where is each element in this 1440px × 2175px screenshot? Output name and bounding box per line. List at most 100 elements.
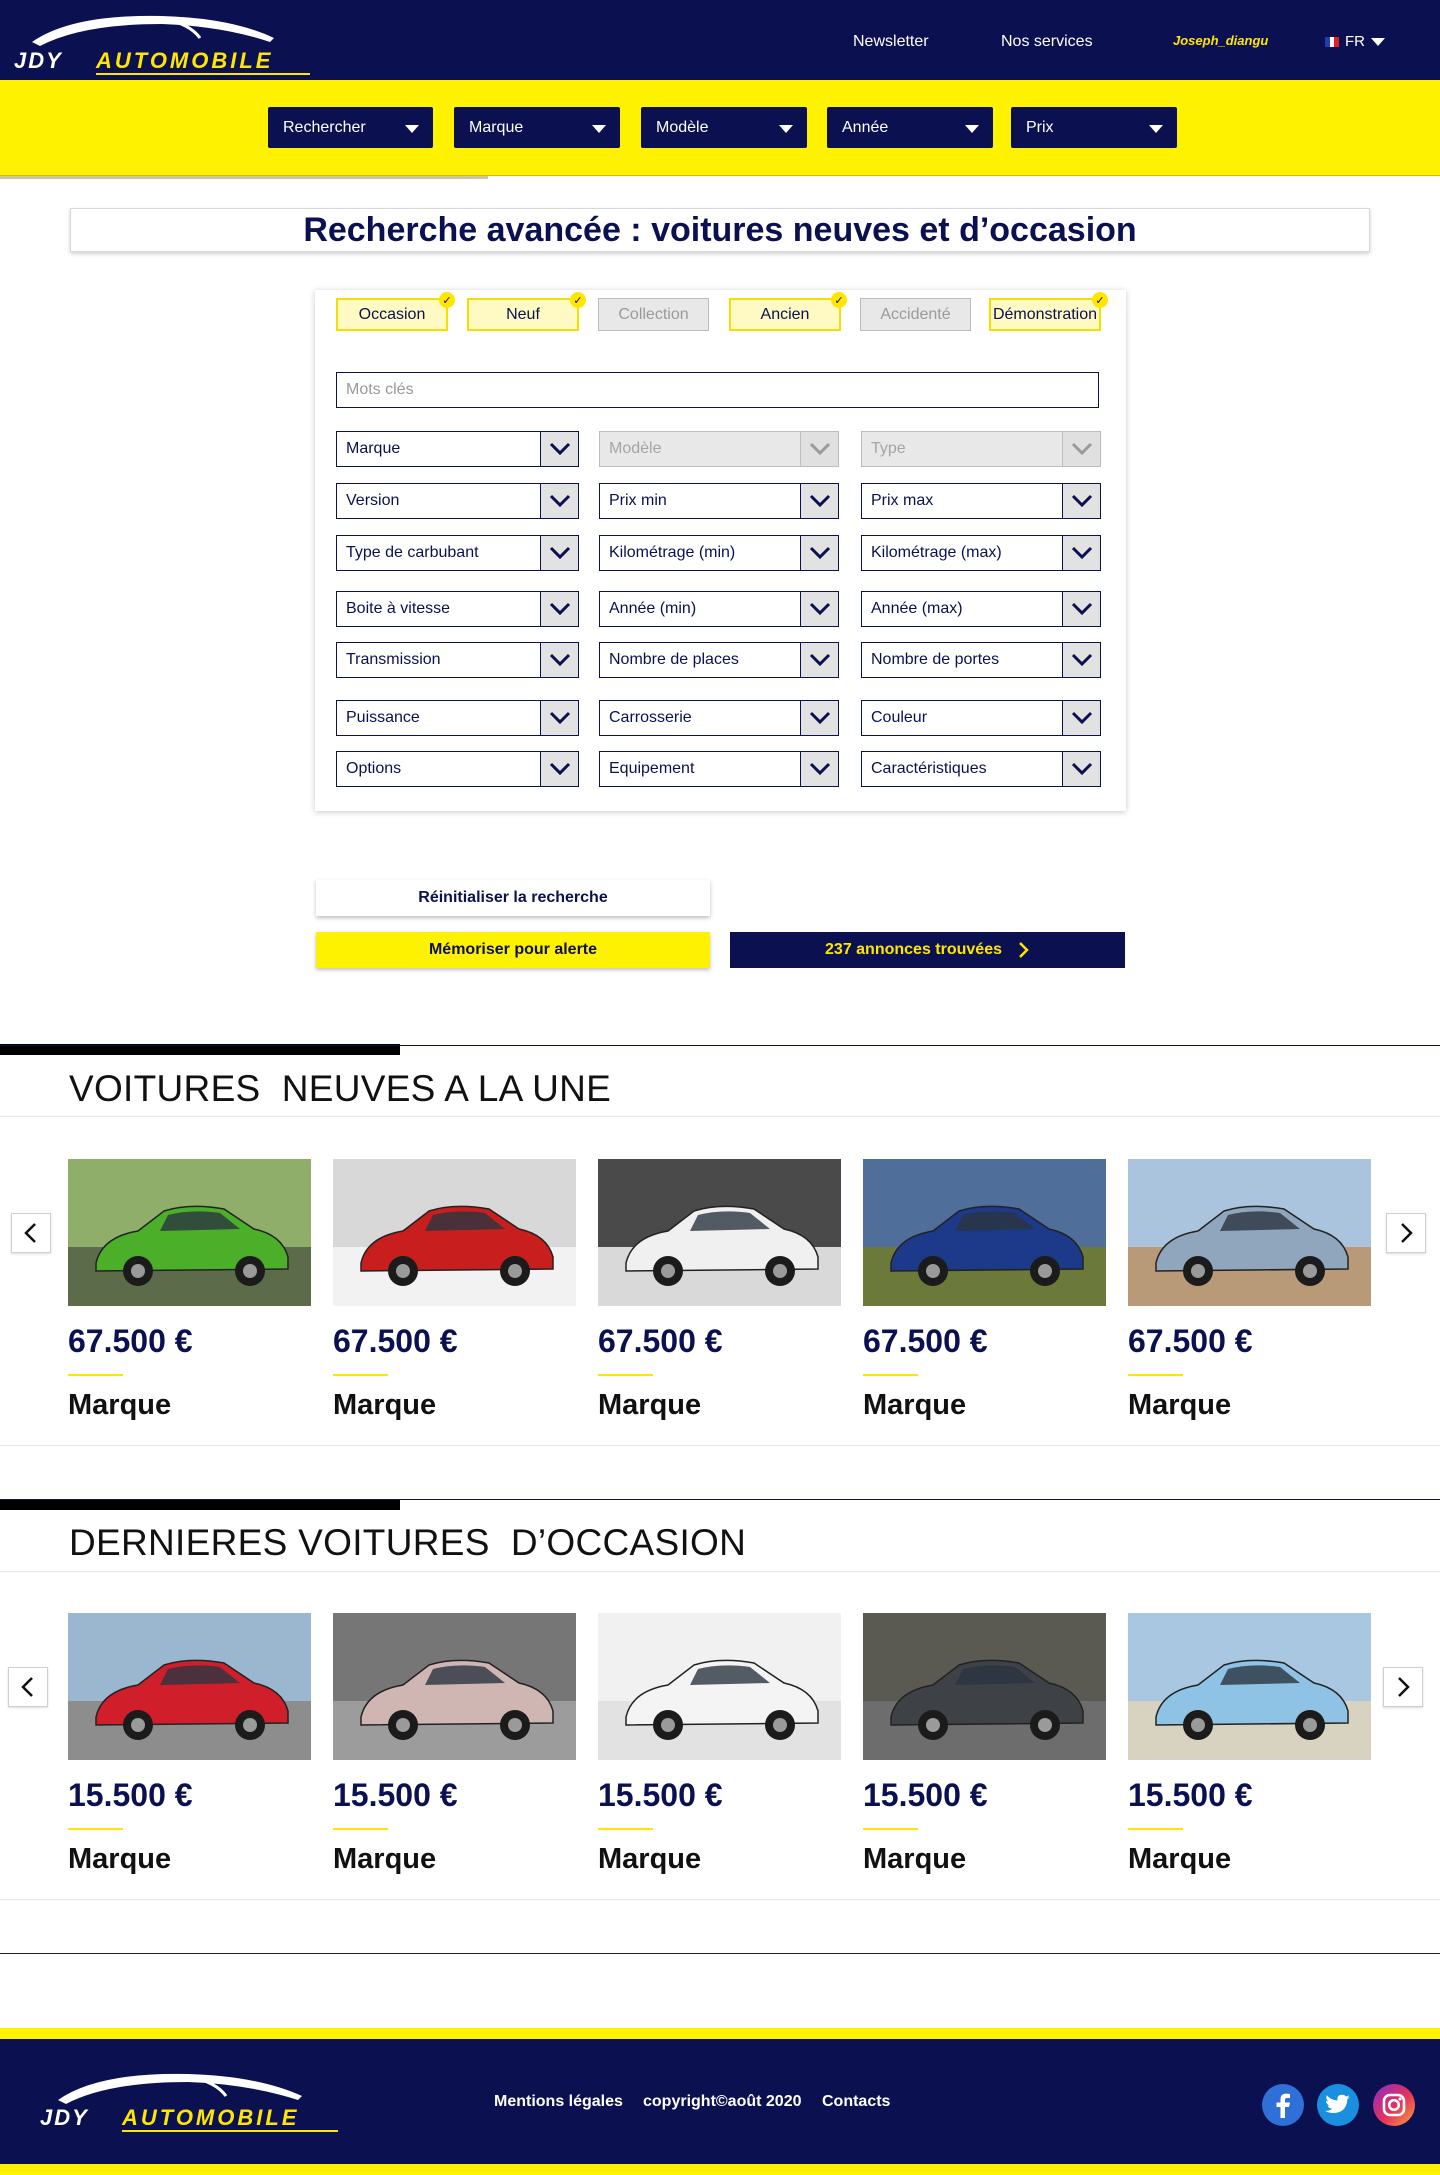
filter-dropdown[interactable]: Type xyxy=(861,431,1101,467)
page-title-box: Recherche avancée : voitures neuves et d… xyxy=(70,208,1370,252)
filter-dropdown[interactable]: Nombre de portes xyxy=(861,642,1101,678)
carousel-next-button[interactable] xyxy=(1383,1667,1423,1707)
checkmark-icon: ✓ xyxy=(570,292,586,308)
nav-newsletter[interactable]: Newsletter xyxy=(853,33,929,51)
filter-dropdown[interactable]: Version xyxy=(336,483,579,519)
filter-dropdown-label: Année (max) xyxy=(871,600,963,617)
car-photo[interactable] xyxy=(598,1613,841,1760)
save-alert-button[interactable]: Mémoriser pour alerte xyxy=(316,932,710,968)
car-photo[interactable] xyxy=(598,1159,841,1306)
quick-search-rechercher[interactable]: Rechercher xyxy=(268,107,433,148)
car-brand: Marque xyxy=(333,1389,437,1421)
chevron-down-icon xyxy=(779,125,793,133)
twitter-icon[interactable] xyxy=(1317,2084,1359,2126)
car-photo[interactable] xyxy=(68,1159,311,1306)
carousel-prev-button[interactable] xyxy=(8,1667,48,1707)
car-photo[interactable] xyxy=(863,1159,1106,1306)
quick-search-prix[interactable]: Prix xyxy=(1011,107,1177,148)
facebook-icon[interactable] xyxy=(1262,2084,1304,2126)
svg-text:JDY: JDY xyxy=(14,48,63,73)
user-account-link[interactable]: Joseph_diangu xyxy=(1173,33,1268,48)
footer-link-contacts[interactable]: Contacts xyxy=(822,2093,890,2111)
filter-dropdown[interactable]: Kilométrage (max) xyxy=(861,535,1101,571)
filter-chip-collection[interactable]: Collection xyxy=(598,298,709,331)
filter-dropdown[interactable]: Equipement xyxy=(599,751,839,787)
footer-accent-bottom xyxy=(0,2164,1440,2175)
carousel-next-button[interactable] xyxy=(1386,1213,1426,1253)
language-selector[interactable]: FR xyxy=(1325,33,1385,50)
filter-dropdown[interactable]: Transmission xyxy=(336,642,579,678)
car-card[interactable]: 67.500 € Marque xyxy=(333,1159,576,1422)
quick-search-annee[interactable]: Année xyxy=(827,107,993,148)
quick-search-marque[interactable]: Marque xyxy=(454,107,620,148)
filter-dropdown[interactable]: Carrosserie xyxy=(599,700,839,736)
filter-dropdown[interactable]: Marque xyxy=(336,431,579,467)
car-card[interactable]: 67.500 € Marque xyxy=(68,1159,311,1422)
car-card[interactable]: 15.500 € Marque xyxy=(863,1613,1106,1876)
filter-dropdown-label: Marque xyxy=(346,440,401,457)
chevron-down-icon xyxy=(1062,592,1100,626)
brand-logo[interactable]: JDY AUTOMOBILE xyxy=(12,8,312,76)
chevron-down-icon xyxy=(1371,37,1385,46)
quick-search-modele[interactable]: Modèle xyxy=(641,107,807,148)
quick-search-label: Rechercher xyxy=(283,118,366,136)
car-photo[interactable] xyxy=(863,1613,1106,1760)
filter-dropdown[interactable]: Nombre de places xyxy=(599,642,839,678)
france-flag-icon xyxy=(1325,36,1340,47)
keywords-input[interactable]: Mots clés xyxy=(336,372,1099,408)
quick-search-bar-shadow xyxy=(0,176,488,179)
footer-accent-top xyxy=(0,2028,1440,2039)
filter-dropdown[interactable]: Prix min xyxy=(599,483,839,519)
filter-dropdown[interactable]: Année (max) xyxy=(861,591,1101,627)
instagram-icon[interactable] xyxy=(1373,2084,1415,2126)
car-card[interactable]: 15.500 € Marque xyxy=(1128,1613,1371,1876)
filter-dropdown[interactable]: Année (min) xyxy=(599,591,839,627)
filter-chip-neuf[interactable]: Neuf xyxy=(467,298,579,331)
footer-brand-logo[interactable]: JDY AUTOMOBILE xyxy=(36,2068,342,2134)
filter-chip-occasion[interactable]: Occasion xyxy=(336,298,448,331)
car-card[interactable]: 67.500 € Marque xyxy=(863,1159,1106,1422)
car-brand: Marque xyxy=(598,1843,702,1875)
section-divider xyxy=(0,1045,1440,1046)
car-photo[interactable] xyxy=(68,1613,311,1760)
filter-dropdown[interactable]: Boite à vitesse xyxy=(336,591,579,627)
price-underline xyxy=(863,1374,918,1376)
chevron-down-icon xyxy=(1062,536,1100,570)
car-card[interactable]: 15.500 € Marque xyxy=(598,1613,841,1876)
filter-dropdown[interactable]: Puissance xyxy=(336,700,579,736)
filter-dropdown[interactable]: Modèle xyxy=(599,431,839,467)
reset-search-button[interactable]: Réinitialiser la recherche xyxy=(316,880,710,916)
car-photo[interactable] xyxy=(1128,1613,1371,1760)
car-card[interactable]: 67.500 € Marque xyxy=(1128,1159,1371,1422)
filter-dropdown[interactable]: Caractéristiques xyxy=(861,751,1101,787)
chevron-down-icon xyxy=(800,536,838,570)
filter-dropdown[interactable]: Options xyxy=(336,751,579,787)
car-photo[interactable] xyxy=(1128,1159,1371,1306)
car-card[interactable]: 15.500 € Marque xyxy=(68,1613,311,1876)
carousel-prev-button[interactable] xyxy=(11,1213,51,1253)
section-subdivider xyxy=(0,1445,1440,1446)
filter-chip-accidente[interactable]: Accidenté xyxy=(860,298,971,331)
footer-link-mentions[interactable]: Mentions légales xyxy=(494,2093,623,2111)
filter-dropdown[interactable]: Couleur xyxy=(861,700,1101,736)
price-underline xyxy=(333,1374,388,1376)
car-card[interactable]: 67.500 € Marque xyxy=(598,1159,841,1422)
filter-dropdown[interactable]: Type de carbubant xyxy=(336,535,579,571)
chevron-down-icon xyxy=(800,484,838,518)
nav-services[interactable]: Nos services xyxy=(1001,33,1093,51)
top-navigation-bar: JDY AUTOMOBILE Newsletter Nos services J… xyxy=(0,0,1440,80)
filter-chip-ancien[interactable]: Ancien xyxy=(729,298,841,331)
checkmark-icon: ✓ xyxy=(439,292,455,308)
price-underline xyxy=(68,1828,123,1830)
car-card[interactable]: 15.500 € Marque xyxy=(333,1613,576,1876)
filter-dropdown[interactable]: Kilométrage (min) xyxy=(599,535,839,571)
filter-dropdown-label: Puissance xyxy=(346,709,420,726)
car-photo[interactable] xyxy=(333,1159,576,1306)
car-photo[interactable] xyxy=(333,1613,576,1760)
filter-dropdown[interactable]: Prix max xyxy=(861,483,1101,519)
quick-search-label: Modèle xyxy=(656,118,709,136)
filter-dropdown-label: Nombre de portes xyxy=(871,651,1000,668)
show-results-button[interactable]: 237 annonces trouvées xyxy=(730,932,1125,968)
filter-chip-demonstration[interactable]: Démonstration xyxy=(989,298,1101,331)
footer-copyright: copyright©août 2020 xyxy=(643,2093,802,2110)
